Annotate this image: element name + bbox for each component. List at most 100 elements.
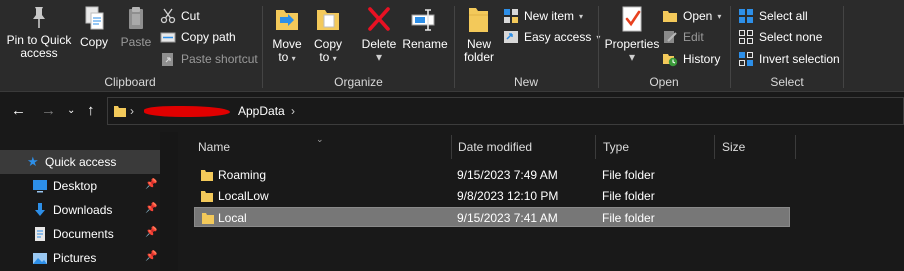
breadcrumb-current[interactable]: AppData [238,104,285,118]
easy-access-icon [504,31,518,43]
copy-icon [85,6,104,30]
cut-label: Cut [181,9,200,23]
back-arrow-icon[interactable]: ← [11,102,26,119]
nav-item-label: Quick access [45,155,117,169]
file-name: LocalLow [218,189,269,203]
new-folder-button[interactable]: New folder [461,4,497,64]
copy-to-button[interactable]: Copy to ▾ [311,4,345,65]
file-row[interactable]: LocalLow 9/8/2023 12:10 PM File folder [194,186,790,206]
pin-label-line2: access [20,46,58,60]
up-arrow-icon[interactable]: ↑ [87,102,95,119]
pin-icon [33,7,45,28]
pin-icon[interactable]: 📌 [145,251,157,262]
properties-caret: ▾ [628,50,636,64]
star-icon: ★ [27,154,39,169]
history-label: History [683,52,721,66]
column-divider[interactable] [795,135,796,159]
copy-path-label: Copy path [181,30,236,44]
clipboard-group: Pin to Quick access Copy Paste Cut Copy … [0,0,260,92]
breadcrumb-chevron-icon[interactable]: › [130,104,134,118]
open-group: Properties ▾ Open ▾ Edit History Open [600,0,728,92]
new-folder-icon [469,8,488,32]
copy-to-icon [317,10,339,30]
pin-icon[interactable]: 📌 [145,227,157,238]
folder-icon [201,191,213,202]
column-header-type[interactable]: Type [603,140,629,154]
paste-shortcut-label: Paste shortcut [181,52,258,66]
pin-icon[interactable]: 📌 [145,203,157,214]
file-name: Local [218,211,247,225]
history-button[interactable]: History [662,49,720,69]
navigation-pane-scrollbar[interactable] [160,132,178,271]
nav-item-label: Pictures [53,251,97,265]
address-bar[interactable]: › AppData › [107,97,904,125]
paste-button[interactable]: Paste [118,4,154,49]
nav-item-label: Documents [53,227,114,241]
ribbon: Pin to Quick access Copy Paste Cut Copy … [0,0,904,92]
column-header-name[interactable]: Name [198,140,230,154]
column-header-size[interactable]: Size [722,140,745,154]
file-row-selected[interactable]: Local 9/15/2023 7:41 AM File folder [194,207,790,227]
nav-item-label: Desktop [53,179,98,193]
clipboard-group-label: Clipboard [104,75,156,89]
downloads-icon [35,203,45,216]
select-none-icon [739,30,753,44]
select-group-label: Select [770,75,804,89]
new-item-caret: ▾ [579,11,584,21]
select-all-button[interactable]: Select all [738,6,808,26]
forward-arrow-icon[interactable]: → [41,102,56,119]
file-type: File folder [602,211,655,225]
column-header-date-modified[interactable]: Date modified [458,140,532,154]
new-item-label: New item [524,9,575,23]
rename-icon [411,9,435,31]
pin-to-quick-access-button[interactable]: Pin to Quick access [4,4,74,60]
ribbon-separator [730,6,731,88]
new-folder-label-line2: folder [463,50,495,64]
delete-button[interactable]: Delete ▾ [360,4,398,64]
copy-label: Copy [79,35,108,49]
select-none-button[interactable]: Select none [738,27,822,47]
organize-group: Move to ▾ Copy to ▾ Delete ▾ Rename Orga… [264,0,453,92]
new-group: New folder New item ▾ Easy access ▾ New [456,0,600,92]
edit-button[interactable]: Edit [662,27,704,47]
recent-locations-chevron-icon[interactable]: ⌄ [67,105,75,116]
breadcrumb-chevron-icon[interactable]: › [291,104,295,118]
nav-item-pictures[interactable]: Pictures 📌 [0,246,160,270]
nav-item-documents[interactable]: Documents 📌 [0,222,160,246]
new-item-button[interactable]: New item ▾ [503,6,583,26]
file-type: File folder [602,189,655,203]
cut-button[interactable]: Cut [160,6,200,26]
open-caret: ▾ [717,11,722,21]
open-button[interactable]: Open ▾ [662,6,721,26]
easy-access-button[interactable]: Easy access ▾ [503,27,600,47]
paste-shortcut-button[interactable]: Paste shortcut [160,49,258,69]
invert-selection-icon [739,52,753,66]
pin-icon[interactable]: 📌 [145,179,157,190]
ribbon-separator [598,6,599,88]
rename-label: Rename [402,37,448,51]
column-divider[interactable] [714,135,715,159]
nav-item-quick-access[interactable]: ★ Quick access [0,150,160,174]
move-to-button[interactable]: Move to ▾ [270,4,304,65]
column-divider[interactable] [451,135,452,159]
nav-item-downloads[interactable]: Downloads 📌 [0,198,160,222]
nav-item-desktop[interactable]: Desktop 📌 [0,174,160,198]
invert-selection-button[interactable]: Invert selection [738,49,840,69]
select-group: Select all Select none Invert selection … [732,0,842,92]
properties-button[interactable]: Properties ▾ [604,4,660,64]
paste-label: Paste [120,35,152,49]
organize-group-label: Organize [334,75,383,89]
delete-icon [368,7,390,31]
file-row[interactable]: Roaming 9/15/2023 7:49 AM File folder [194,165,790,185]
properties-icon [622,6,642,32]
open-group-label: Open [649,75,679,89]
copy-button[interactable]: Copy [78,4,110,49]
rename-button[interactable]: Rename [402,4,448,51]
copy-path-icon [160,32,176,43]
column-divider[interactable] [595,135,596,159]
copy-path-button[interactable]: Copy path [160,27,236,47]
open-label: Open [683,9,713,23]
ribbon-separator [454,6,455,88]
delete-caret: ▾ [375,50,383,64]
edit-label: Edit [683,30,704,44]
